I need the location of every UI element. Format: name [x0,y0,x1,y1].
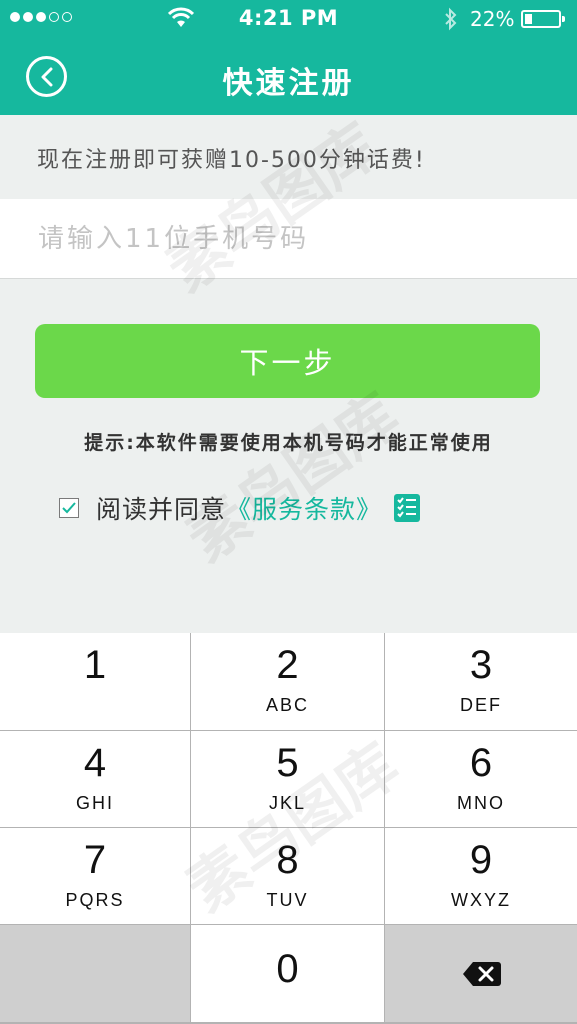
agreement-row: 阅读并同意 《服务条款》 [59,490,421,526]
battery-percentage: 22% [470,7,515,31]
key-digit: 4 [83,741,107,785]
document-list-icon[interactable] [394,494,421,522]
key-blank [0,925,190,1022]
watermark: 素鸟图库 [174,380,412,576]
key-letters: GHI [75,793,114,813]
phone-input-row [0,199,577,279]
top-bar: 4:21 PM 22% 快速注册 [0,0,577,115]
key-5[interactable]: 5 JKL [191,731,384,827]
hint-text: 提示:本软件需要使用本机号码才能正常使用 [84,432,493,454]
key-digit: 6 [469,741,493,785]
agree-checkbox[interactable] [59,498,79,518]
promo-text: 现在注册即可获赠10-500分钟话费! [37,148,426,173]
key-8[interactable]: 8 TUV [191,828,384,924]
key-digit: 8 [276,838,299,882]
key-letters: ABC [265,695,309,715]
key-letters: PQRS [65,890,125,910]
key-3[interactable]: 3 DEF [385,633,577,730]
checkmark-icon [62,502,76,514]
key-9[interactable]: 9 WXYZ [385,828,577,924]
key-digit: 5 [276,741,299,785]
status-bar: 4:21 PM 22% [0,0,577,36]
key-digit: 1 [83,643,107,687]
key-letters: TUV [266,890,309,910]
key-1[interactable]: 1 [0,633,190,730]
next-step-button[interactable]: 下一步 [35,324,540,398]
key-digit: 3 [469,643,493,687]
key-digit: 0 [276,947,299,991]
backspace-icon [463,962,501,986]
key-digit: 9 [469,838,493,882]
delete-key[interactable] [385,925,577,1022]
key-letters: WXYZ [451,890,511,910]
agree-text: 阅读并同意 [96,495,227,524]
key-digit: 2 [276,643,299,687]
numeric-keypad: 1 2 ABC 3 DEF 4 GHI 5 JKL 6 MNO 7 PQRS 8… [0,633,577,1024]
key-6[interactable]: 6 MNO [385,731,577,827]
key-letters: MNO [457,793,505,813]
key-0[interactable]: 0 [191,925,384,1022]
key-digit: 7 [83,838,107,882]
key-letters: DEF [460,695,502,715]
phone-number-input[interactable] [38,217,538,261]
terms-of-service-link[interactable]: 《服务条款》 [226,490,382,526]
key-7[interactable]: 7 PQRS [0,828,190,924]
key-4[interactable]: 4 GHI [0,731,190,827]
key-2[interactable]: 2 ABC [191,633,384,730]
battery-icon [521,10,565,28]
bluetooth-icon [445,7,457,31]
page-title: 快速注册 [222,66,355,101]
key-letters: JKL [268,793,307,813]
